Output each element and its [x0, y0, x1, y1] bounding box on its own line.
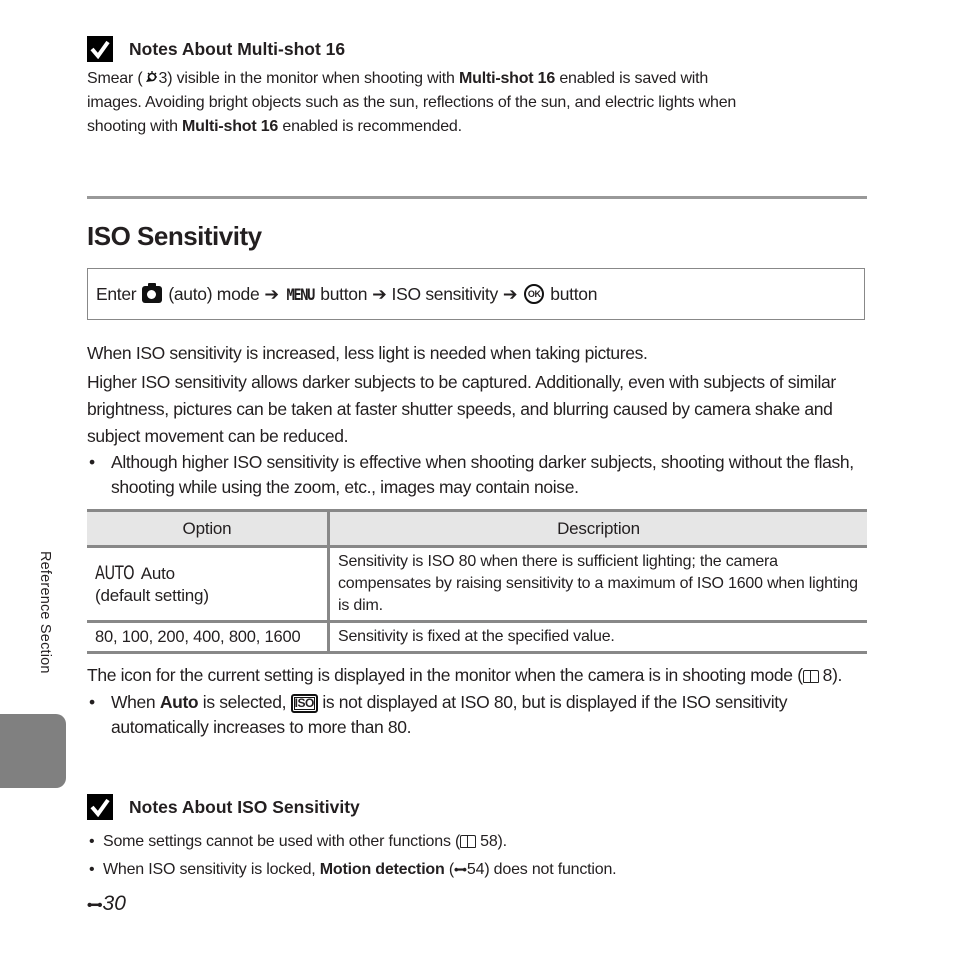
note-iso-heading: Notes About ISO Sensitivity [87, 794, 867, 820]
note-multishot-body: Smear (3) visible in the monitor when sh… [87, 70, 737, 135]
page-ref-link[interactable]: 58 [480, 833, 498, 850]
table-header-option: Option [87, 509, 330, 548]
list-item: Although higher ISO sensitivity is effec… [87, 450, 867, 499]
iso-options-table: Option Description AUTO Auto (default se… [87, 509, 867, 654]
book-icon [460, 835, 477, 848]
reference-section-icon: •━• [87, 897, 102, 914]
table-row: 80, 100, 200, 400, 800, 1600 Sensitivity… [87, 621, 867, 654]
check-mark-icon [87, 36, 113, 62]
intro-bullets: Although higher ISO sensitivity is effec… [87, 450, 867, 499]
note-multishot-ref[interactable]: 3 [159, 70, 168, 87]
page-ref-link[interactable]: 54 [467, 861, 485, 878]
table-header-row: Option Description [87, 509, 867, 548]
iso-icon: ISO [290, 694, 318, 713]
option-cell: AUTO Auto (default setting) [87, 546, 330, 623]
icon-paragraph: The icon for the current setting is disp… [87, 665, 843, 685]
note-iso: Notes About ISO Sensitivity Some setting… [87, 794, 867, 884]
intro-paragraph-1: When ISO sensitivity is increased, less … [87, 343, 648, 363]
arrow-icon: ➔ [264, 283, 279, 304]
note-multishot-title: Notes About Multi-shot 16 [129, 38, 346, 59]
table-row: AUTO Auto (default setting) Sensitivity … [87, 546, 867, 623]
table-header-description: Description [328, 509, 867, 548]
note-iso-bullets: Some settings cannot be used with other … [87, 828, 867, 884]
option-cell: 80, 100, 200, 400, 800, 1600 [87, 621, 330, 654]
note-multishot-heading: Notes About Multi-shot 16 [87, 36, 847, 62]
note-multishot: Notes About Multi-shot 16 Smear (3) visi… [87, 36, 847, 139]
list-item: When ISO sensitivity is locked, Motion d… [87, 856, 867, 884]
menu-button-icon: MENU [286, 284, 315, 304]
auto-icon: AUTO [95, 562, 135, 584]
note-iso-title: Notes About ISO Sensitivity [129, 796, 360, 817]
smear-lamp-icon [143, 70, 159, 87]
page-ref-link[interactable]: 8 [823, 665, 833, 685]
camera-icon [142, 282, 163, 303]
arrow-icon: ➔ [502, 283, 518, 304]
intro-text: When ISO sensitivity is increased, less … [87, 340, 867, 499]
check-mark-icon [87, 794, 113, 820]
after-table-text: The icon for the current setting is disp… [87, 663, 867, 740]
book-icon [802, 670, 819, 683]
list-item: Some settings cannot be used with other … [87, 828, 867, 856]
menu-path-box: Enter (auto) mode ➔ MENU button ➔ ISO se… [87, 268, 865, 320]
reference-section-icon: •━• [453, 862, 467, 877]
arrow-icon: ➔ [372, 283, 387, 304]
section-divider [87, 196, 867, 199]
after-table-bullets: When Auto is selected, ISO is not displa… [87, 690, 867, 740]
sidebar-section-tab[interactable] [0, 714, 66, 788]
sidebar-section-label: Reference Section [37, 551, 53, 674]
intro-paragraph-2: Higher ISO sensitivity allows darker sub… [87, 372, 836, 446]
page-number: •━•30 [87, 892, 126, 915]
ok-button-icon: OK [524, 284, 545, 304]
description-cell: Sensitivity is fixed at the specified va… [328, 621, 867, 654]
description-cell: Sensitivity is ISO 80 when there is suff… [328, 546, 867, 623]
page-title: ISO Sensitivity [87, 221, 262, 251]
list-item: When Auto is selected, ISO is not displa… [87, 690, 867, 740]
